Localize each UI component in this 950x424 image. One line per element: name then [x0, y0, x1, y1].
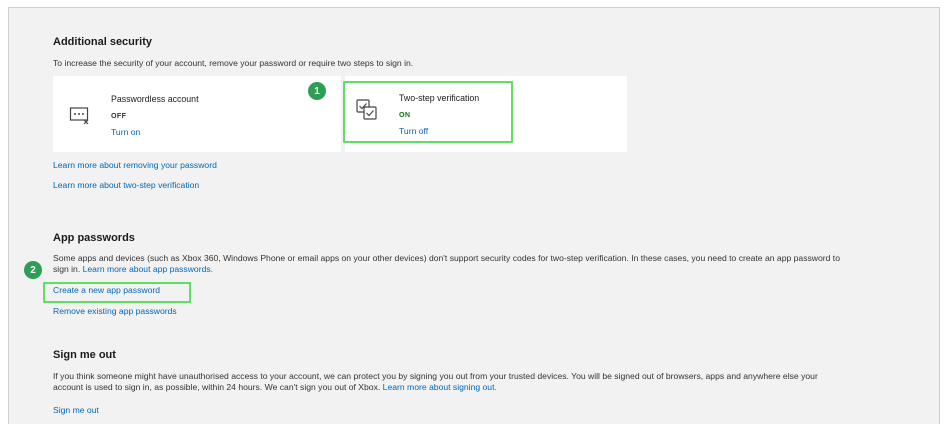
create-app-password-link[interactable]: Create a new app password: [53, 285, 160, 295]
sign-me-out-title: Sign me out: [53, 349, 116, 361]
two-step-title: Two-step verification: [399, 93, 480, 103]
additional-security-title: Additional security: [53, 36, 153, 48]
sign-me-out-description-line1: If you think someone might have unauthor…: [53, 371, 818, 381]
annotation-badge-2: 2: [24, 261, 42, 279]
learn-more-two-step-link[interactable]: Learn more about two-step verification: [53, 180, 199, 190]
learn-more-app-passwords-link[interactable]: Learn more about app passwords.: [83, 264, 213, 274]
turn-off-link[interactable]: Turn off: [399, 126, 428, 136]
two-step-status: ON: [399, 110, 411, 119]
turn-on-link[interactable]: Turn on: [111, 127, 140, 137]
app-passwords-description-line2: sign in. Learn more about app passwords.: [53, 264, 214, 274]
app-passwords-title: App passwords: [53, 232, 135, 244]
security-page: Additional security To increase the secu…: [8, 7, 940, 424]
passwordless-card: Passwordless account OFF Turn on: [53, 76, 341, 152]
two-step-verification-icon: [355, 98, 379, 122]
sign-me-out-description: If you think someone might have unauthor…: [53, 371, 923, 393]
remove-app-passwords-link[interactable]: Remove existing app passwords: [53, 306, 177, 316]
passwordless-status: OFF: [111, 111, 127, 120]
sign-me-out-link[interactable]: Sign me out: [53, 405, 99, 415]
additional-security-description: To increase the security of your account…: [53, 58, 414, 68]
two-step-card: Two-step verification ON Turn off: [343, 76, 627, 152]
app-passwords-description: Some apps and devices (such as Xbox 360,…: [53, 253, 923, 275]
passwordless-icon: [69, 104, 91, 126]
annotation-badge-1: 1: [308, 82, 326, 100]
learn-more-signing-out-link[interactable]: Learn more about signing out.: [383, 382, 497, 392]
app-passwords-description-line1: Some apps and devices (such as Xbox 360,…: [53, 253, 840, 263]
passwordless-title: Passwordless account: [111, 94, 199, 104]
sign-me-out-description-line2: account is used to sign in, as possible,…: [53, 382, 497, 392]
learn-more-remove-password-link[interactable]: Learn more about removing your password: [53, 160, 217, 170]
